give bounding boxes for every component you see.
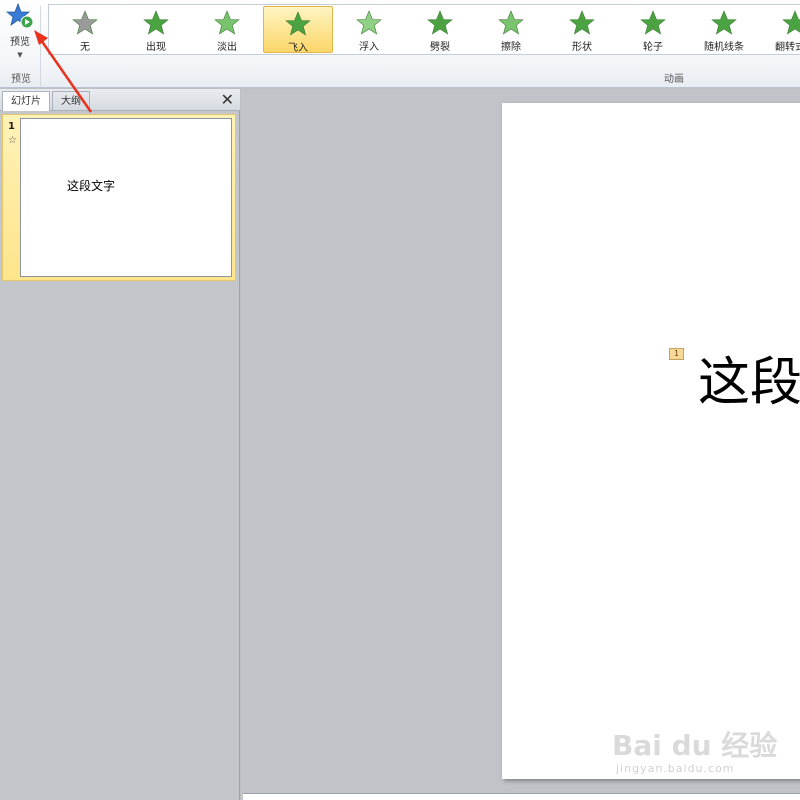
animation-gallery: 无 出现 淡出 飞入 浮入 劈裂 擦除 形状 轮子 随机线条 翻转式由 [48, 4, 800, 55]
animation-option-label: 形状 [572, 42, 592, 53]
pane-tabs: 幻灯片 大纲 ✕ [0, 89, 240, 111]
star-shape-icon [569, 10, 595, 35]
animation-option-label: 淡出 [217, 42, 237, 53]
animation-option-label: 浮入 [359, 42, 379, 53]
star-random-bars-icon [711, 10, 737, 35]
animation-option[interactable]: 淡出 [192, 6, 262, 53]
star-split-icon [427, 10, 453, 35]
animation-option-label: 随机线条 [704, 42, 744, 53]
tab-slides[interactable]: 幻灯片 [2, 91, 50, 111]
animation-option[interactable]: 随机线条 [689, 6, 759, 53]
tab-outline[interactable]: 大纲 [52, 91, 90, 111]
slide-canvas[interactable]: 1 这段 [502, 103, 800, 779]
ribbon: 预览 ▼ 预览 动画 无 出现 淡出 飞入 浮入 劈裂 擦除 形状 轮子 随机线条 翻转式由 [0, 0, 800, 88]
slide-thumbnail[interactable]: 这段文字 [20, 118, 232, 277]
star-fade-icon [214, 10, 240, 35]
animation-option[interactable]: 擦除 [476, 6, 546, 53]
animation-option[interactable]: 浮入 [334, 6, 404, 53]
preview-label: 预览 [10, 37, 30, 48]
animation-option-label: 擦除 [501, 42, 521, 53]
star-fly-in-icon [285, 11, 311, 36]
animation-option[interactable]: 出现 [121, 6, 191, 53]
chevron-down-icon[interactable]: ▼ [3, 51, 37, 59]
preview-button[interactable]: 预览 ▼ [3, 2, 37, 65]
slide-editor: 1 这段 [241, 89, 800, 800]
animation-option[interactable]: 形状 [547, 6, 617, 53]
star-wipe-icon [498, 10, 524, 35]
animation-option-label: 翻转式由 [775, 42, 800, 53]
watermark: Bai du 经验 jingyan.baidu.com [612, 710, 792, 790]
animation-option-label: 飞入 [288, 43, 308, 54]
animation-group-label: 动画 [664, 74, 684, 85]
preview-group: 预览 ▼ 预览 [0, 0, 42, 88]
animation-order-tag[interactable]: 1 [669, 348, 684, 360]
star-wheel-icon [640, 10, 666, 35]
animation-indicator-icon: ☆ [8, 135, 17, 146]
star-flip-icon [782, 10, 800, 35]
animation-option-label: 无 [80, 42, 90, 53]
star-float-in-icon [356, 10, 382, 35]
animation-option[interactable]: 翻转式由 [760, 6, 800, 53]
animation-option[interactable]: 劈裂 [405, 6, 475, 53]
star-appear-icon [143, 10, 169, 35]
animation-option-label: 轮子 [643, 42, 663, 53]
star-none-icon [72, 10, 98, 35]
slide-text-box[interactable]: 这段 [698, 351, 800, 415]
slide-number: 1 [8, 121, 15, 132]
slides-pane: 幻灯片 大纲 ✕ 1 ☆ 这段文字 [0, 89, 240, 800]
watermark-url: jingyan.baidu.com [616, 762, 735, 775]
close-icon[interactable]: ✕ [221, 90, 234, 110]
animation-option-label: 出现 [146, 42, 166, 53]
group-divider [40, 6, 41, 86]
animation-option[interactable]: 飞入 [263, 6, 333, 54]
animation-option[interactable]: 无 [50, 6, 120, 53]
preview-star-icon [5, 2, 34, 29]
animation-option-label: 劈裂 [430, 42, 450, 53]
animation-option[interactable]: 轮子 [618, 6, 688, 53]
watermark-logo: Bai du 经验 [612, 729, 778, 762]
thumbnail-text: 这段文字 [67, 179, 116, 193]
notes-pane[interactable] [243, 793, 800, 800]
slide-thumbnail-row[interactable]: 1 ☆ 这段文字 [2, 114, 236, 281]
preview-group-label: 预览 [11, 74, 31, 85]
